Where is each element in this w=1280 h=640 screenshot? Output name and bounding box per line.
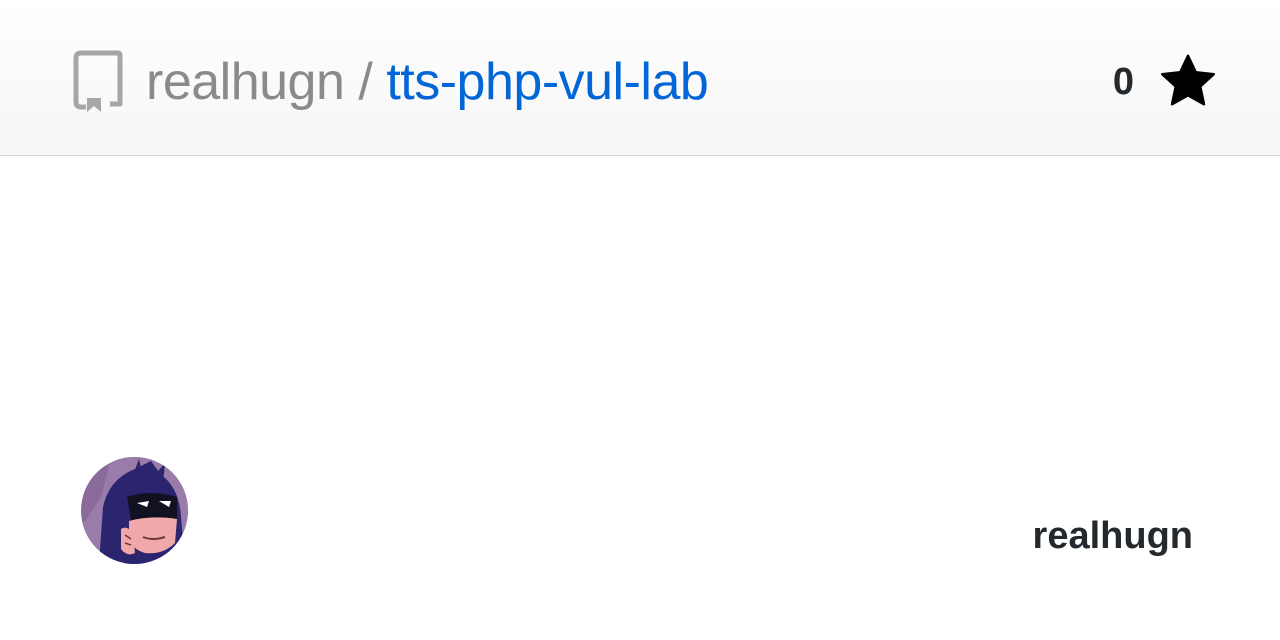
repo-header: realhugn / tts-php-vul-lab 0 — [0, 0, 1280, 156]
avatar-icon[interactable] — [81, 457, 188, 564]
star-count: 0 — [1112, 60, 1134, 103]
repo-name-link[interactable]: tts-php-vul-lab — [386, 53, 708, 111]
repo-owner[interactable]: realhugn — [146, 53, 345, 111]
title-separator: / — [358, 53, 373, 111]
author-name[interactable]: realhugn — [1033, 515, 1193, 558]
repo-title: realhugn / tts-php-vul-lab — [146, 50, 709, 114]
star-icon — [1161, 54, 1215, 106]
repo-book-icon — [73, 50, 123, 112]
star-counter[interactable]: 0 — [1113, 52, 1218, 112]
